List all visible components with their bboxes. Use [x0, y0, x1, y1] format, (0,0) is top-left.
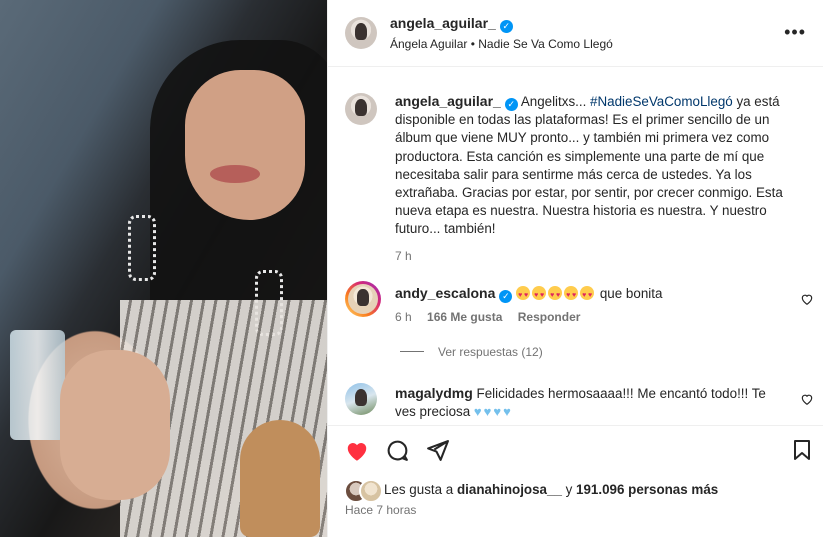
comment-body: que bonita [599, 286, 663, 301]
story-ring[interactable] [345, 281, 381, 317]
caption-before-hashtag: Angelitxs... [520, 94, 591, 109]
more-options-icon[interactable]: ••• [784, 22, 806, 43]
comment-meta: 6 h 166 Me gusta Responder [395, 310, 580, 324]
avatar[interactable] [345, 383, 377, 415]
lips-shape [210, 165, 260, 183]
verified-icon: ✓ [504, 98, 518, 111]
author-subtitle[interactable]: Ángela Aguilar • Nadie Se Va Como Llegó [390, 37, 613, 51]
heart-eyes-emoji-icon [580, 286, 595, 305]
glass-shape [10, 330, 65, 440]
caption-text: angela_aguilar_ ✓ Angelitxs... #NadieSeVa… [395, 92, 795, 265]
liker-avatar [359, 479, 383, 503]
like-comment-heart-icon[interactable] [800, 292, 814, 306]
likes-prefix: Les gusta a [384, 482, 457, 497]
heart-eyes-emoji-icon [548, 286, 563, 305]
blue-heart-emoji-icon: ♥ [503, 404, 511, 419]
comment-icon[interactable] [385, 438, 410, 463]
comment-username[interactable]: andy_escalona [395, 285, 495, 301]
view-replies-label: Ver respuestas (12) [438, 345, 543, 359]
heart-eyes-emoji-icon [564, 286, 579, 305]
instagram-post-modal: angela_aguilar_ ✓ Ángela Aguilar • Nadie … [0, 0, 823, 537]
post-header: angela_aguilar_ ✓ Ángela Aguilar • Nadie … [328, 0, 823, 67]
blue-heart-emoji-icon: ♥ [473, 404, 482, 419]
caption-body: ya está disponible en todas las platafor… [395, 94, 783, 237]
blue-heart-emoji-icon: ♥ [493, 404, 502, 419]
post-actions-footer: Les gusta a dianahinojosa__ y 191.096 pe… [328, 425, 823, 538]
reply-button[interactable]: Responder [518, 310, 581, 324]
comment-text: magalydmg Felicidades hermosaaaa!!! Me e… [395, 384, 785, 421]
avatar[interactable] [345, 93, 377, 125]
share-send-icon[interactable] [425, 438, 450, 463]
heart-eyes-emoji-icon [516, 286, 531, 305]
post-timestamp: Hace 7 horas [345, 503, 417, 517]
verified-icon: ✓ [499, 20, 513, 33]
replies-divider [400, 351, 424, 352]
comment-item: magalydmg Felicidades hermosaaaa!!! Me e… [345, 383, 823, 423]
author-line: angela_aguilar_ ✓ [390, 15, 513, 33]
heart-eyes-emoji-icon [532, 286, 547, 305]
likes-user-link[interactable]: dianahinojosa__ [457, 482, 562, 497]
avatar[interactable] [345, 17, 377, 49]
comment-likes[interactable]: 166 Me gusta [427, 310, 502, 324]
post-image[interactable] [0, 0, 327, 537]
vase-shape [240, 420, 320, 537]
caption-time: 7 h [395, 248, 412, 263]
face-shape [185, 70, 305, 220]
like-heart-icon[interactable] [344, 438, 370, 464]
save-bookmark-icon[interactable] [790, 438, 814, 462]
comment-username[interactable]: magalydmg [395, 385, 473, 401]
caption-username[interactable]: angela_aguilar_ [395, 93, 501, 109]
likes-count-link[interactable]: 191.096 personas más [576, 482, 718, 497]
earring-left [128, 215, 156, 281]
blue-heart-emoji-icon: ♥ [483, 404, 492, 419]
likes-summary: Les gusta a dianahinojosa__ y 191.096 pe… [384, 482, 718, 497]
verified-icon: ✓ [499, 290, 513, 303]
comment-text: andy_escalona ✓ que bonita [395, 284, 663, 305]
like-comment-heart-icon[interactable] [800, 392, 814, 406]
comment-time: 6 h [395, 310, 412, 324]
hashtag-link[interactable]: #NadieSeVaComoLlegó [590, 94, 733, 109]
view-replies-button[interactable]: Ver respuestas (12) [400, 345, 543, 359]
hand-shape [60, 350, 170, 500]
likes-mid: y [561, 482, 577, 497]
author-username[interactable]: angela_aguilar_ [390, 15, 496, 31]
post-side-panel: angela_aguilar_ ✓ Ángela Aguilar • Nadie … [327, 0, 823, 537]
comment-item: andy_escalona ✓ que bonita 6 h 166 Me gus… [345, 281, 823, 331]
avatar [348, 284, 378, 314]
